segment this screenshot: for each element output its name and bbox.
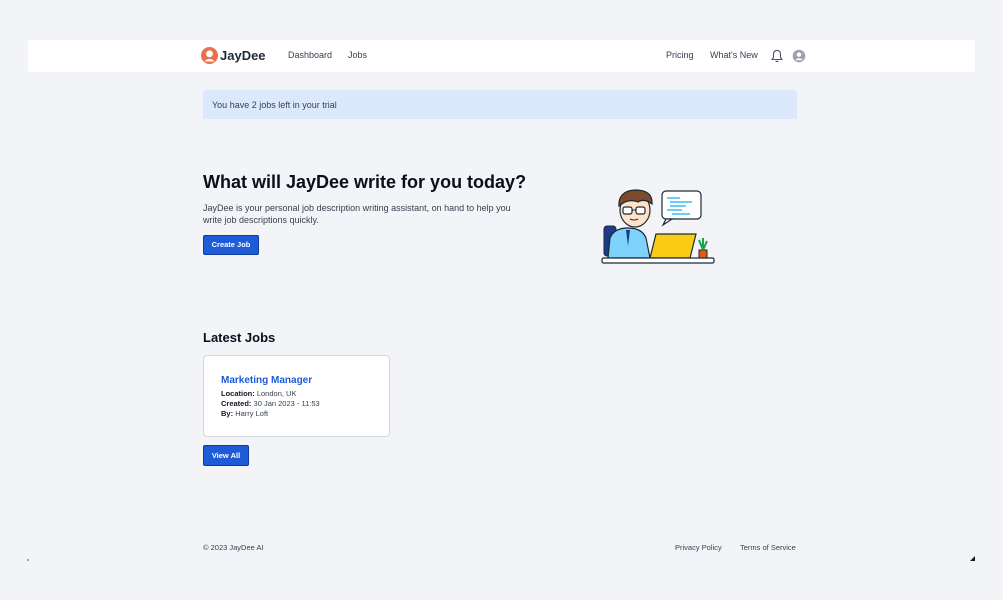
- job-location: Location: London, UK: [221, 389, 296, 398]
- footer-copyright: © 2023 JayDee AI: [203, 543, 264, 552]
- brand-name: JayDee: [220, 48, 266, 63]
- bell-icon[interactable]: [770, 49, 784, 63]
- job-location-label: Location:: [221, 389, 255, 398]
- nav-whats-new-link[interactable]: What's New: [710, 50, 758, 60]
- user-avatar-icon[interactable]: [792, 49, 806, 63]
- writer-at-laptop-illustration: [601, 189, 715, 264]
- job-created-value: 30 Jan 2023 - 11:53: [253, 399, 320, 408]
- create-job-button[interactable]: Create Job: [203, 235, 259, 255]
- nav-jobs-link[interactable]: Jobs: [348, 50, 367, 60]
- corner-marker: [27, 559, 29, 561]
- view-all-button[interactable]: View All: [203, 445, 249, 466]
- job-author-label: By:: [221, 409, 234, 418]
- nav-dashboard-link[interactable]: Dashboard: [288, 50, 332, 60]
- trial-banner: You have 2 jobs left in your trial: [203, 90, 797, 119]
- resize-corner-icon: [970, 556, 975, 561]
- job-created-label: Created:: [221, 399, 252, 408]
- nav-pricing-link[interactable]: Pricing: [666, 50, 694, 60]
- latest-jobs-title: Latest Jobs: [203, 330, 276, 345]
- job-created: Created: 30 Jan 2023 - 11:53: [221, 399, 320, 408]
- job-title-link[interactable]: Marketing Manager: [221, 375, 312, 386]
- brand-logo-link[interactable]: JayDee: [201, 47, 266, 64]
- footer-terms-link[interactable]: Terms of Service: [740, 543, 796, 552]
- job-location-value: London, UK: [256, 389, 297, 398]
- jaydee-logo-icon: [201, 47, 218, 64]
- top-navbar: JayDee Dashboard Jobs Pricing What's New: [28, 40, 975, 72]
- job-card[interactable]: Marketing Manager Location: London, UK C…: [203, 355, 390, 437]
- job-author: By: Harry Loft: [221, 409, 268, 418]
- job-author-value: Harry Loft: [235, 409, 269, 418]
- footer-privacy-link[interactable]: Privacy Policy: [675, 543, 722, 552]
- hero-title: What will JayDee write for you today?: [203, 172, 527, 192]
- hero-description: JayDee is your personal job description …: [203, 203, 511, 225]
